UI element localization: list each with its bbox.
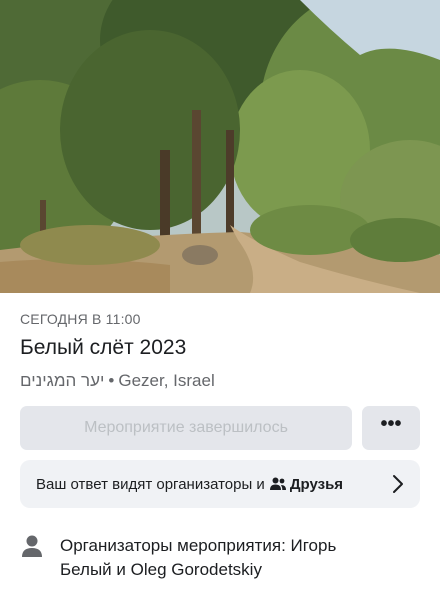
event-ended-button[interactable]: Мероприятие завершилось <box>20 406 352 450</box>
chevron-right-icon <box>392 474 404 498</box>
event-location[interactable]: יער המגינים • Gezer, Israel <box>20 371 215 391</box>
location-separator: • <box>108 371 115 390</box>
response-visibility-row[interactable]: Ваш ответ видят организаторы и Друзья <box>20 460 420 508</box>
event-title: Белый слёт 2023 <box>20 336 187 359</box>
event-cover-photo <box>0 0 440 293</box>
location-city: Gezer, Israel <box>118 371 215 390</box>
more-dots-icon: ••• <box>380 413 402 435</box>
event-date: СЕГОДНЯ В 11:00 <box>20 311 141 327</box>
visibility-text: Ваш ответ видят организаторы и <box>36 475 265 493</box>
organizers-line-1: Организаторы мероприятия: Игорь <box>60 536 337 555</box>
event-organizers: Организаторы мероприятия: Игорь Белый и … <box>20 534 420 582</box>
person-icon <box>20 534 44 558</box>
location-hebrew: יער המגינים <box>20 371 105 390</box>
more-options-button[interactable]: ••• <box>362 406 420 450</box>
friends-label: Друзья <box>289 475 344 493</box>
forest-path-image <box>0 0 440 293</box>
friends-icon <box>269 477 286 491</box>
organizers-line-2[interactable]: Белый и Oleg Gorodetskiy <box>60 558 336 582</box>
